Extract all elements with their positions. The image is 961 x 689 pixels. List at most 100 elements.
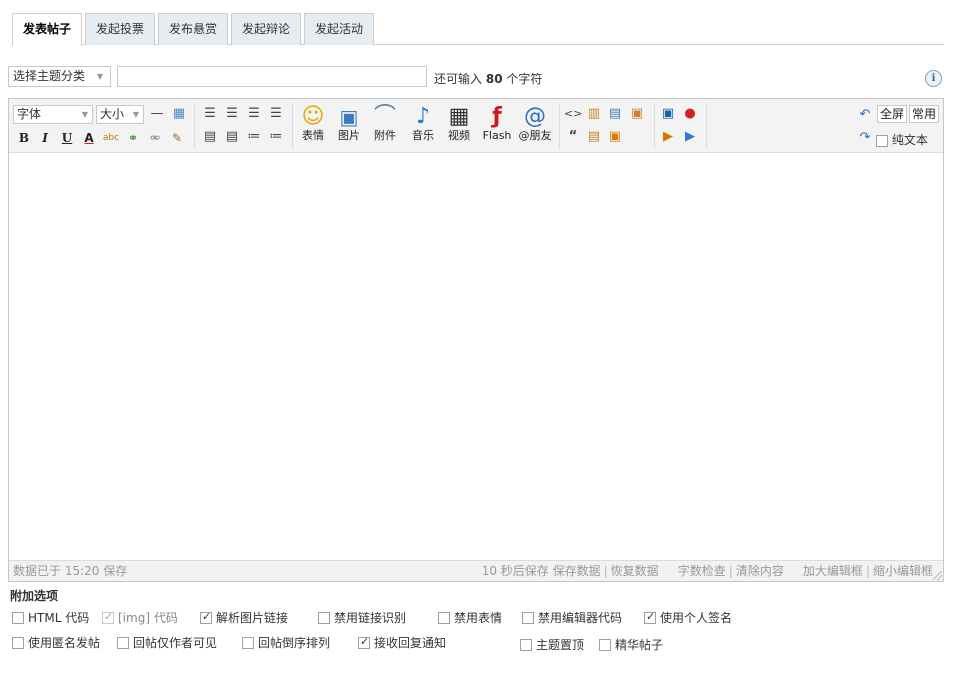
checkbox[interactable] bbox=[520, 638, 532, 651]
tab-poll[interactable]: 发起投票 bbox=[85, 13, 155, 45]
option-disable-smilies[interactable]: 禁用表情 bbox=[438, 609, 502, 626]
font-color-button[interactable]: A bbox=[80, 129, 98, 147]
tab-new-post[interactable]: 发表帖子 bbox=[12, 13, 82, 46]
float-left-icon[interactable]: ▤ bbox=[201, 128, 219, 146]
toolbar-separator bbox=[654, 103, 655, 149]
align-left-icon[interactable]: ☰ bbox=[201, 105, 219, 123]
option-reply-notify[interactable]: 接收回复通知 bbox=[358, 634, 446, 651]
qq-icon[interactable]: ● bbox=[681, 105, 699, 123]
align-right-icon[interactable]: ☰ bbox=[267, 105, 285, 123]
shrink-editor-link[interactable]: 缩小编辑框 bbox=[873, 564, 933, 578]
checkbox[interactable] bbox=[318, 611, 330, 624]
align-justify-icon[interactable]: ☰ bbox=[223, 105, 241, 123]
option-sticky[interactable]: 主题置顶 bbox=[520, 636, 584, 653]
clear-format-icon[interactable]: ✎ bbox=[168, 129, 186, 147]
redo-icon[interactable]: ↷ bbox=[856, 129, 874, 147]
media-player-icon[interactable]: ▶ bbox=[659, 128, 677, 146]
subject-input[interactable] bbox=[117, 66, 427, 87]
float-right-icon[interactable]: ▤ bbox=[223, 128, 241, 146]
italic-button[interactable]: I bbox=[36, 129, 54, 147]
table-icon[interactable]: ▦ bbox=[170, 105, 188, 123]
option-anonymous[interactable]: 使用匿名发帖 bbox=[12, 634, 100, 651]
thread-type-label: 选择主题分类 bbox=[13, 69, 86, 83]
option-use-signature[interactable]: 使用个人签名 bbox=[644, 609, 732, 626]
checkbox[interactable] bbox=[599, 638, 611, 651]
clear-content-link[interactable]: 清除内容 bbox=[736, 564, 784, 578]
post-type-tabs: 发表帖子 发起投票 发布悬赏 发起辩论 发起活动 bbox=[12, 13, 944, 46]
music-button[interactable]: ♪ 音乐 bbox=[407, 104, 439, 142]
fullscreen-button[interactable]: 全屏 bbox=[877, 105, 908, 123]
music-note-icon: ♪ bbox=[415, 104, 431, 129]
option-html-code[interactable]: HTML 代码 bbox=[12, 609, 89, 626]
windows-icon[interactable]: ▣ bbox=[628, 105, 646, 123]
page-icon[interactable]: ▤ bbox=[606, 105, 624, 123]
restore-data-link[interactable]: 恢复数据 bbox=[611, 564, 659, 578]
resize-grip-icon[interactable] bbox=[933, 571, 942, 580]
toolbar-separator bbox=[194, 103, 195, 149]
at-sign-icon: @ bbox=[524, 104, 546, 129]
tab-reward[interactable]: 发布悬赏 bbox=[158, 13, 228, 45]
horizontal-rule-icon[interactable]: — bbox=[148, 105, 166, 123]
checkbox[interactable] bbox=[12, 636, 24, 649]
ordered-list-icon[interactable]: ≔ bbox=[245, 128, 263, 146]
underline-button[interactable]: U bbox=[58, 129, 76, 147]
unordered-list-icon[interactable]: ≔ bbox=[267, 128, 285, 146]
checkbox[interactable] bbox=[358, 635, 370, 649]
checkbox[interactable] bbox=[644, 610, 656, 624]
editor-textarea[interactable] bbox=[9, 154, 943, 560]
spellcheck-icon[interactable]: abc bbox=[102, 129, 120, 147]
smiley-icon: ☺ bbox=[301, 104, 325, 129]
play-circle-icon[interactable]: ▶ bbox=[681, 128, 699, 146]
undo-icon[interactable]: ↶ bbox=[856, 106, 874, 124]
thread-type-select[interactable]: 选择主题分类 ▼ bbox=[8, 66, 111, 87]
font-size-select[interactable]: 大小 ▼ bbox=[96, 105, 144, 124]
link-icon[interactable]: ⚭ bbox=[124, 129, 142, 147]
flash-button[interactable]: ƒ Flash bbox=[479, 104, 515, 142]
lock-icon[interactable]: ▤ bbox=[585, 128, 603, 146]
chevron-down-icon: ▼ bbox=[96, 72, 103, 81]
hide-content-icon[interactable]: ▣ bbox=[606, 128, 624, 146]
save-data-link[interactable]: 保存数据 bbox=[553, 564, 601, 578]
status-actions: 10 秒后保存 保存数据 | 恢复数据 字数检查 | 清除内容 加大编辑框 | 缩小编辑框 bbox=[481, 564, 933, 578]
option-img-code: [img] 代码 bbox=[102, 609, 178, 626]
enlarge-editor-link[interactable]: 加大编辑框 bbox=[803, 564, 863, 578]
common-button[interactable]: 常用 bbox=[909, 105, 940, 123]
image-button[interactable]: ▣ 图片 bbox=[333, 104, 365, 142]
video-button[interactable]: ▦ 视频 bbox=[443, 104, 475, 142]
toolbar-separator bbox=[706, 103, 707, 149]
info-icon[interactable]: i bbox=[925, 70, 942, 87]
align-center-icon[interactable]: ☰ bbox=[245, 105, 263, 123]
option-disable-link-detect[interactable]: 禁用链接识别 bbox=[318, 609, 406, 626]
checkbox bbox=[102, 610, 114, 624]
unlink-icon[interactable]: ⚮ bbox=[146, 129, 164, 147]
code-icon[interactable]: <> bbox=[564, 105, 582, 123]
smiley-button[interactable]: ☺ 表情 bbox=[297, 104, 329, 142]
option-reply-author-only[interactable]: 回帖仅作者可见 bbox=[117, 634, 217, 651]
checkbox[interactable] bbox=[242, 636, 254, 649]
checkbox[interactable] bbox=[117, 636, 129, 649]
option-disable-bbcode[interactable]: 禁用编辑器代码 bbox=[522, 609, 622, 626]
checkbox[interactable] bbox=[522, 611, 534, 624]
toolbar-separator bbox=[292, 103, 293, 149]
bold-button[interactable]: B bbox=[15, 129, 33, 147]
editor-statusbar: 数据已于 15:20 保存 10 秒后保存 保存数据 | 恢复数据 字数检查 | 清除内… bbox=[9, 560, 943, 581]
plaintext-checkbox[interactable] bbox=[876, 134, 888, 147]
font-family-select[interactable]: 字体 ▼ bbox=[13, 105, 93, 124]
save-status: 数据已于 15:20 保存 bbox=[13, 564, 128, 578]
attachment-button[interactable]: ⌒ 附件 bbox=[369, 104, 401, 142]
option-reverse-order[interactable]: 回帖倒序排列 bbox=[242, 634, 330, 651]
tab-debate[interactable]: 发起辩论 bbox=[231, 13, 301, 45]
checkbox[interactable] bbox=[200, 610, 212, 624]
option-parse-image-links[interactable]: 解析图片链接 bbox=[200, 609, 288, 626]
plaintext-toggle[interactable]: 纯文本 bbox=[876, 131, 928, 148]
editor-toolbar: 字体 ▼ 大小 ▼ — ▦ B I U A abc ⚭ ⚮ ✎ ☰ ☰ ☰ ☰ … bbox=[9, 99, 943, 153]
word-check-link[interactable]: 字数检查 bbox=[678, 564, 726, 578]
mp3-icon[interactable]: ▣ bbox=[659, 105, 677, 123]
checkbox[interactable] bbox=[12, 611, 24, 624]
quote-icon[interactable]: “ bbox=[564, 128, 582, 146]
mention-button[interactable]: @ @朋友 bbox=[517, 104, 553, 142]
free-icon[interactable]: ▥ bbox=[585, 105, 603, 123]
option-digest[interactable]: 精华帖子 bbox=[599, 636, 663, 653]
tab-activity[interactable]: 发起活动 bbox=[304, 13, 374, 45]
checkbox[interactable] bbox=[438, 611, 450, 624]
